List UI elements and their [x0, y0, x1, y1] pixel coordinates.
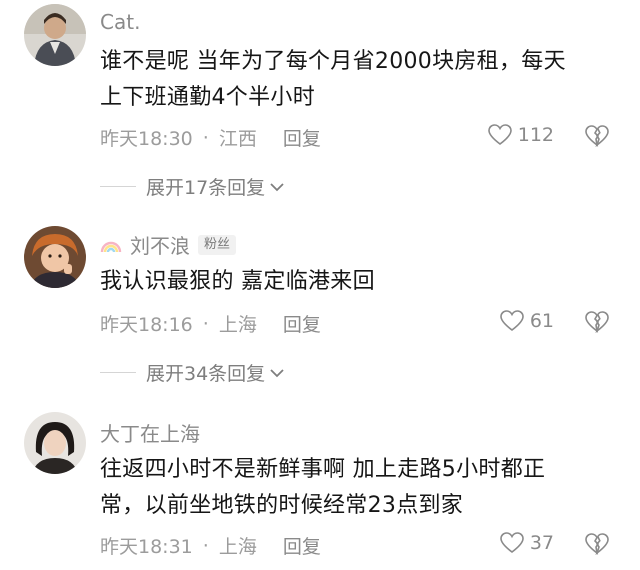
separator-dot: ·: [202, 312, 209, 335]
avatar[interactable]: [24, 4, 86, 66]
expand-replies-label: 展开34条回复: [146, 363, 266, 385]
username[interactable]: 大丁在上海: [100, 418, 200, 447]
expand-replies-button[interactable]: 展开34条回复: [100, 359, 285, 386]
avatar[interactable]: [24, 226, 86, 288]
expand-divider: [100, 186, 136, 187]
reply-button[interactable]: 回复: [283, 532, 321, 559]
comment-text-line: 常，以前坐地铁的时候经常23点到家: [100, 493, 464, 518]
heart-outline-icon: [500, 310, 524, 332]
dislike-button[interactable]: [584, 124, 610, 150]
dislike-button[interactable]: [584, 310, 610, 336]
heart-outline-icon: [500, 532, 524, 554]
separator-dot: ·: [202, 126, 209, 149]
chevron-down-icon: [270, 368, 284, 377]
expand-replies-label: 展开17条回复: [146, 177, 266, 199]
broken-heart-icon: [585, 125, 609, 148]
expand-replies-button[interactable]: 展开17条回复: [100, 173, 285, 200]
reply-button[interactable]: 回复: [283, 310, 321, 337]
comment-text-line: 谁不是呢 当年为了每个月省2000块房租，每天: [100, 49, 566, 74]
fan-badge: 粉丝: [198, 234, 237, 255]
comment-text-line: 往返四小时不是新鲜事啊 加上走路5小时都正: [100, 457, 546, 482]
like-button[interactable]: 61: [500, 310, 554, 332]
expand-divider: [100, 372, 136, 373]
username[interactable]: 刘不浪: [130, 230, 190, 259]
username[interactable]: Cat.: [100, 10, 140, 34]
comment-location: 上海: [218, 536, 257, 558]
like-button[interactable]: 112: [487, 124, 554, 146]
chevron-down-icon: [270, 182, 284, 191]
like-count: 37: [529, 532, 554, 554]
comment-time: 昨天18:30: [100, 128, 193, 150]
like-count: 61: [529, 310, 554, 332]
dislike-button[interactable]: [584, 532, 610, 558]
comment-location: 江西: [218, 128, 257, 150]
separator-dot: ·: [202, 534, 209, 557]
avatar[interactable]: [24, 412, 86, 474]
like-count: 112: [517, 124, 554, 146]
broken-heart-icon: [585, 533, 609, 556]
comment-location: 上海: [218, 314, 257, 336]
comment-time: 昨天18:31: [100, 536, 193, 558]
comment-text-line: 上下班通勤4个半小时: [100, 85, 315, 110]
reply-button[interactable]: 回复: [283, 124, 321, 151]
comment-time: 昨天18:16: [100, 314, 193, 336]
broken-heart-icon: [585, 311, 609, 334]
comment-text-line: 我认识最狠的 嘉定临港来回: [100, 269, 375, 294]
rainbow-icon: [100, 241, 122, 252]
heart-outline-icon: [487, 124, 512, 146]
like-button[interactable]: 37: [500, 532, 554, 554]
